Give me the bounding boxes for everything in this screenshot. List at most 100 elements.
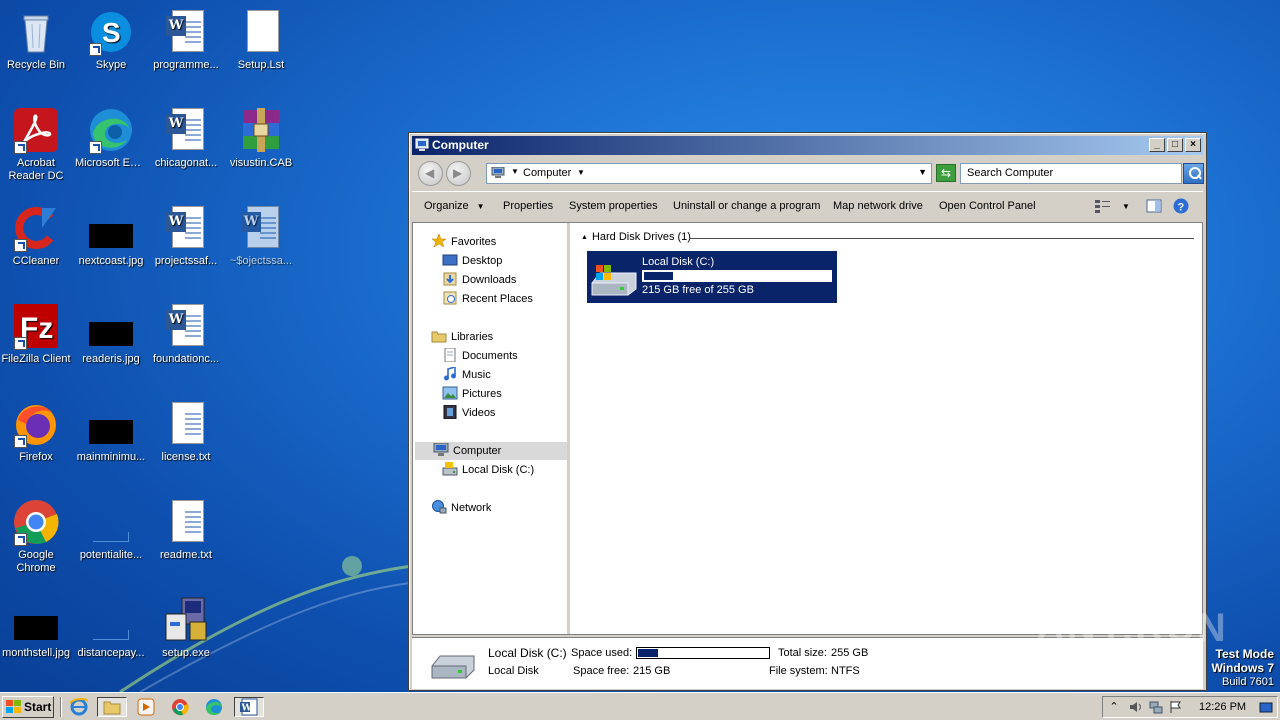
view-options-icon[interactable] — [1094, 198, 1112, 214]
window-titlebar[interactable]: Computer _ □ × — [412, 136, 1203, 155]
forward-button[interactable]: ▶ — [446, 161, 471, 186]
minimize-button[interactable]: _ — [1149, 138, 1165, 152]
chrome-icon — [12, 498, 60, 546]
breadcrumb-separator-icon[interactable]: ▼ — [511, 167, 519, 176]
address-dropdown-icon[interactable]: ▼ — [918, 167, 927, 177]
desktop-icon-chrome[interactable]: Google Chrome — [0, 498, 74, 575]
desktop-icon-recycle-bin[interactable]: Recycle Bin — [0, 8, 74, 72]
desktop-icon-license[interactable]: license.txt — [148, 400, 224, 464]
nav-downloads[interactable]: Downloads — [442, 271, 516, 289]
desktop-icon-visustin[interactable]: visustin.CAB — [223, 106, 299, 170]
nav-favorites[interactable]: Favorites — [431, 233, 496, 251]
nav-music[interactable]: Music — [442, 366, 491, 384]
drive-name: Local Disk (C:) — [642, 256, 715, 268]
desktop-icon-label: projectssaf... — [154, 255, 218, 267]
volume-icon[interactable] — [1129, 700, 1143, 714]
desktop-icon-acrobat[interactable]: Acrobat Reader DC — [0, 106, 74, 183]
nav-label: Favorites — [451, 236, 497, 248]
preview-pane-icon[interactable] — [1146, 198, 1162, 214]
desktop-icon-readme[interactable]: readme.txt — [148, 498, 224, 562]
desktop-icon-edge[interactable]: Microsoft Edge — [73, 106, 149, 170]
show-hidden-icons-icon[interactable]: ⌃ — [1107, 700, 1121, 714]
desktop-icon-programme[interactable]: W programme... — [148, 8, 224, 72]
star-icon — [431, 234, 447, 248]
refresh-icon: ⇆ — [940, 166, 952, 180]
properties-button[interactable]: Properties — [503, 200, 553, 212]
organize-button[interactable]: Organize ▼ — [424, 200, 485, 212]
windows-hard-drive-icon — [591, 265, 637, 296]
shortcut-arrow-icon — [89, 141, 102, 154]
close-button[interactable]: × — [1185, 138, 1201, 152]
start-button[interactable]: Start — [2, 696, 54, 718]
nav-videos[interactable]: Videos — [442, 404, 495, 422]
desktop-icon-projectssaf[interactable]: W projectssaf... — [148, 204, 224, 268]
chrome-taskbar-icon[interactable] — [169, 697, 191, 717]
action-center-flag-icon[interactable] — [1169, 700, 1183, 714]
desktop-icon-label: CCleaner — [12, 255, 60, 267]
desktop-icon-word-temp[interactable]: W ~$ojectssa... — [223, 204, 299, 268]
media-player-icon[interactable] — [135, 697, 157, 717]
address-field[interactable]: ▼ Computer ▼ ▼ — [486, 163, 932, 184]
ccleaner-icon — [12, 204, 60, 252]
nav-network[interactable]: Network — [431, 499, 491, 517]
edge-taskbar-icon[interactable] — [203, 697, 225, 717]
desktop-icon-potentialite[interactable]: potentialite... — [73, 498, 149, 562]
window-title: Computer — [432, 138, 489, 152]
search-input[interactable]: Search Computer — [960, 163, 1182, 184]
taskbar-clock[interactable]: 12:26 PM — [1199, 701, 1246, 713]
maximize-button[interactable]: □ — [1167, 138, 1183, 152]
word-taskbar-icon[interactable]: W — [234, 697, 264, 717]
nav-computer[interactable]: Computer — [415, 442, 567, 460]
shortcut-arrow-icon — [89, 43, 102, 56]
show-desktop-icon[interactable] — [1259, 700, 1273, 714]
desktop-icon-firefox[interactable]: Firefox — [0, 400, 74, 464]
nav-documents[interactable]: Documents — [442, 347, 518, 365]
nav-desktop[interactable]: Desktop — [442, 252, 502, 270]
desktop-icon-setup-lst[interactable]: Setup.Lst — [223, 8, 299, 72]
open-control-panel-button[interactable]: Open Control Panel — [939, 200, 1036, 212]
search-icon[interactable] — [1183, 163, 1204, 184]
drive-tile-local-disk-c[interactable]: Local Disk (C:) 215 GB free of 255 GB — [587, 251, 837, 303]
map-network-drive-button[interactable]: Map network drive — [833, 200, 923, 212]
collapse-caret-icon[interactable]: ▲ — [581, 234, 588, 241]
desktop-icon-ccleaner[interactable]: CCleaner — [0, 204, 74, 268]
desktop-icon-distancepay[interactable]: distancepay... — [73, 596, 149, 660]
desktop-icon-mainminimu[interactable]: mainminimu... — [73, 400, 149, 464]
desktop-folder-icon — [442, 254, 458, 266]
view-dropdown-icon[interactable]: ▼ — [1122, 202, 1130, 211]
uninstall-program-button[interactable]: Uninstall or change a program — [673, 200, 820, 212]
file-explorer-icon[interactable] — [97, 697, 127, 717]
refresh-button[interactable]: ⇆ — [936, 164, 956, 182]
desktop-icon-nextcoast[interactable]: nextcoast.jpg — [73, 204, 149, 268]
desktop-icon-chicagonat[interactable]: W chicagonat... — [148, 106, 224, 170]
breadcrumb-computer[interactable]: Computer — [523, 167, 571, 179]
nav-pictures[interactable]: Pictures — [442, 385, 502, 403]
desktop-icon-filezilla[interactable]: Fz FileZilla Client — [0, 302, 74, 366]
svg-text:S: S — [102, 17, 121, 48]
network-status-icon[interactable] — [1149, 700, 1163, 714]
nav-label: Libraries — [451, 331, 494, 343]
installer-icon — [162, 596, 210, 644]
desktop-icon-foundationc[interactable]: W foundationc... — [148, 302, 224, 366]
desktop-icon-skype[interactable]: S Skype — [73, 8, 149, 72]
image-thumbnail-icon — [87, 596, 135, 644]
desktop-icon-readeris[interactable]: readeris.jpg — [73, 302, 149, 366]
taskbar: Start W ⌃ 12:26 PM — [0, 692, 1280, 720]
forward-arrow-icon: ▶ — [453, 166, 463, 180]
system-properties-button[interactable]: System properties — [569, 200, 658, 212]
nav-local-disk[interactable]: Local Disk (C:) — [442, 461, 534, 479]
help-icon[interactable]: ? — [1173, 198, 1189, 214]
desktop-icon-monthstell[interactable]: monthstell.jpg — [0, 596, 74, 660]
group-header-hard-disks[interactable]: ▲ Hard Disk Drives (1) — [581, 231, 1194, 247]
internet-explorer-icon[interactable] — [68, 697, 90, 717]
group-header-label: Hard Disk Drives (1) — [591, 231, 691, 243]
details-space-used-label: Space used: — [571, 647, 633, 659]
desktop-icon-setup-exe[interactable]: setup.exe — [148, 596, 224, 660]
desktop-icon-label: Skype — [95, 59, 127, 71]
nav-recent-places[interactable]: Recent Places — [442, 290, 533, 308]
details-file-system-value: NTFS — [831, 665, 860, 677]
breadcrumb-chevron-icon[interactable]: ▼ — [577, 168, 585, 177]
nav-libraries[interactable]: Libraries — [431, 328, 493, 346]
desktop-icon-label: foundationc... — [152, 353, 220, 365]
back-button[interactable]: ◀ — [418, 161, 443, 186]
